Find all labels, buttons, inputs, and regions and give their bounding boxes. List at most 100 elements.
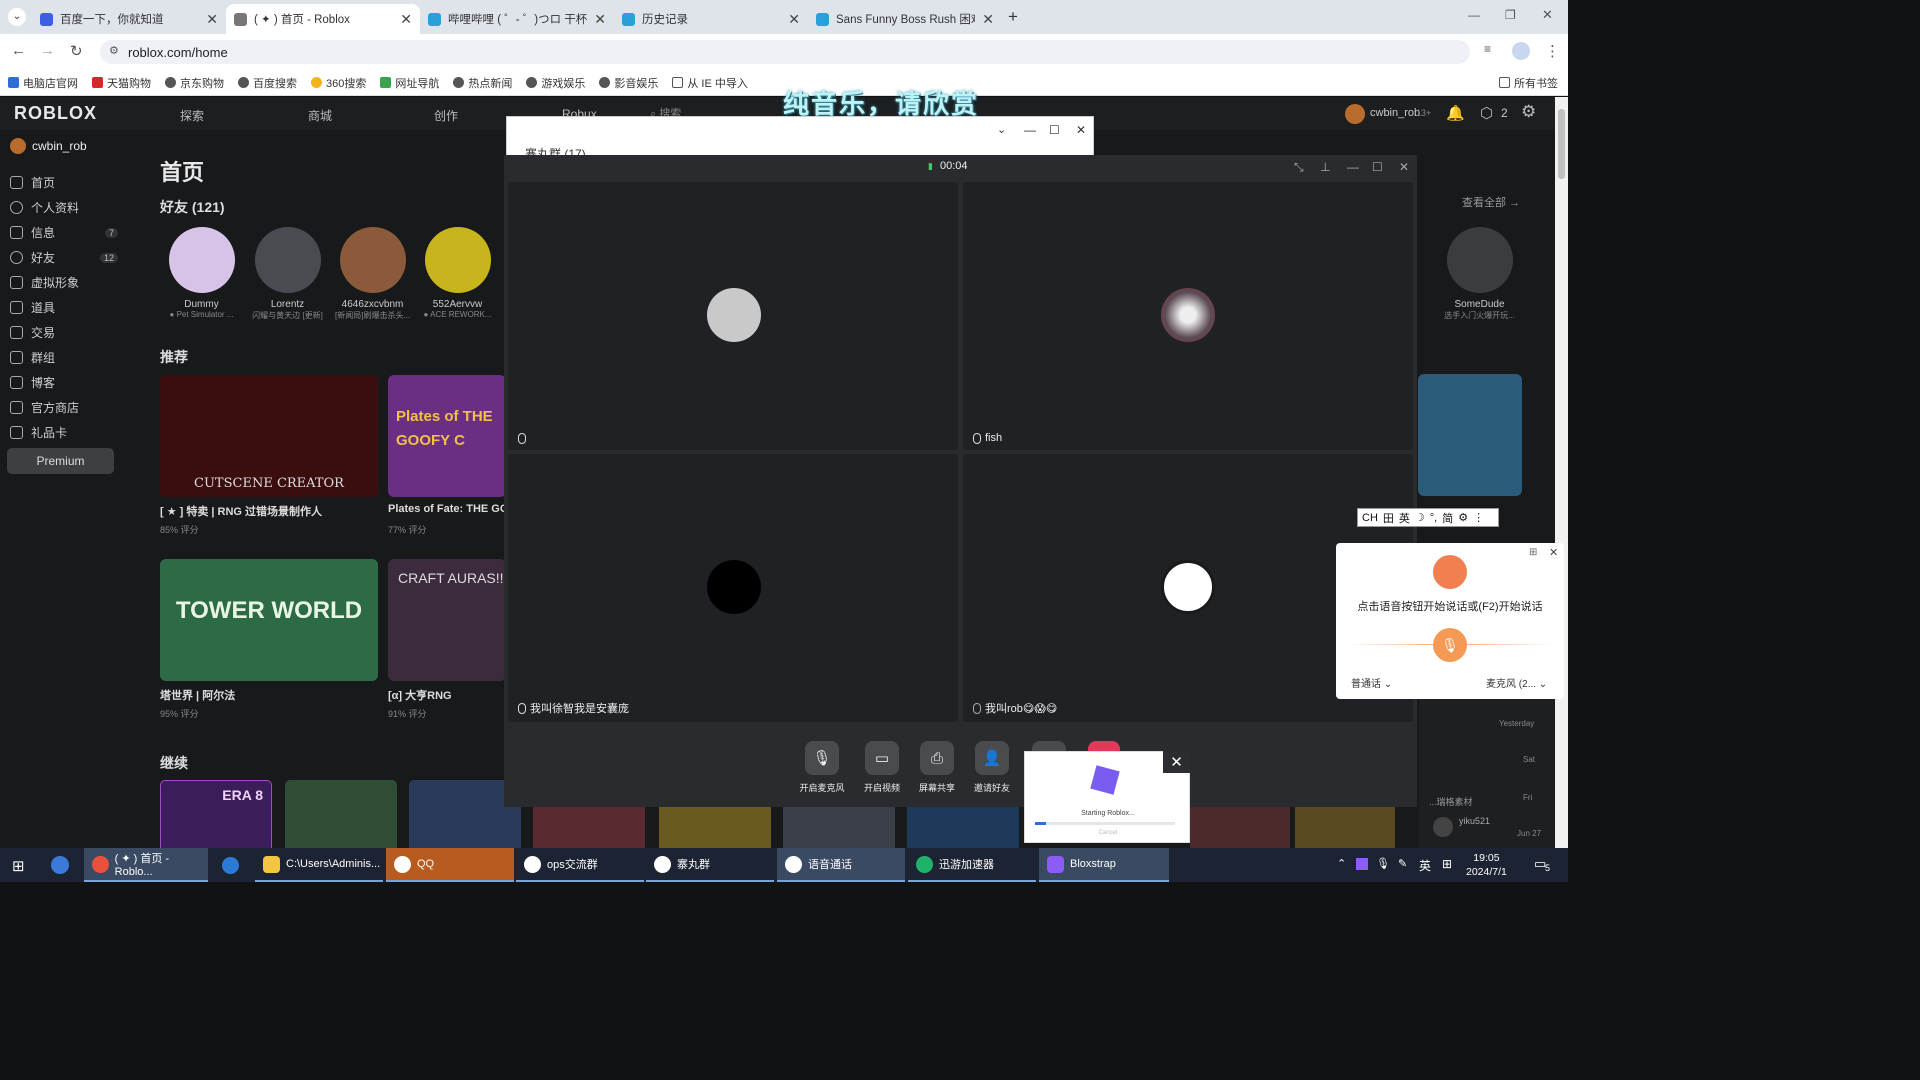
window-close-icon[interactable]: ✕	[1542, 7, 1553, 23]
reload-icon[interactable]: ↻	[70, 42, 83, 60]
bookmark-item[interactable]: 网址导航	[380, 75, 439, 91]
hang-up-button[interactable]	[1088, 741, 1120, 751]
all-bookmarks[interactable]: 所有书签	[1499, 75, 1558, 91]
tab-close-icon[interactable]: ✕	[400, 11, 412, 28]
tab-roblox[interactable]: ( ✦ ) 首页 - Roblox ✕	[226, 4, 420, 34]
taskbar-item-voice-call[interactable]: 语音通话	[777, 848, 905, 882]
avatar[interactable]	[1345, 104, 1365, 124]
close-icon[interactable]: ✕	[1076, 123, 1086, 137]
tab-close-icon[interactable]: ✕	[206, 11, 218, 28]
sidebar-item-trade[interactable]: 交易	[10, 324, 118, 341]
friend-card[interactable]: SomeDude 选手入门火爆开玩...	[1442, 227, 1517, 321]
taskbar-item-ops-group[interactable]: ops交流群	[516, 848, 644, 882]
cancel-button[interactable]: Cancel	[1025, 830, 1191, 836]
profile-avatar-icon[interactable]	[1512, 42, 1530, 60]
ime-language-toggle[interactable]: 英	[1399, 510, 1410, 526]
window-minimize-icon[interactable]: —	[1468, 8, 1480, 22]
ime-simplified-toggle[interactable]: 简	[1442, 510, 1453, 526]
media-control-icon[interactable]: ≡	[1484, 42, 1491, 56]
ime-more-icon[interactable]: ⋮	[1473, 511, 1484, 524]
nav-explore[interactable]: 探索	[180, 107, 204, 124]
close-icon[interactable]: ✕	[1549, 546, 1558, 559]
tray-language[interactable]: 英	[1419, 857, 1431, 874]
bookmark-item[interactable]: 电脑店官网	[8, 75, 78, 91]
mini-mode-icon[interactable]: ⊞	[1529, 547, 1537, 558]
forward-icon[interactable]: →	[40, 42, 55, 59]
friend-card[interactable]: 552Aervvw ● ACE REWORK...	[420, 227, 495, 319]
ime-settings-icon[interactable]: ⚙	[1458, 511, 1468, 524]
menu-kebab-icon[interactable]: ⋮	[1545, 42, 1560, 60]
taskbar-item-ie[interactable]	[214, 848, 252, 882]
tab-sans-boss-rush[interactable]: Sans Funny Boss Rush 困难模式 ✕	[808, 4, 1002, 34]
bloxstrap-close-icon[interactable]: ✕	[1163, 751, 1190, 773]
tab-close-icon[interactable]: ✕	[788, 11, 800, 28]
game-title[interactable]: [ ★ ] 特卖 | RNG 过错场景制作人	[160, 503, 380, 519]
chat-username[interactable]: yiku521	[1459, 816, 1490, 826]
ime-mode[interactable]: CH	[1362, 512, 1378, 524]
taskbar-item-xunyou[interactable]: 迅游加速器	[908, 848, 1036, 882]
new-tab-button[interactable]: +	[1008, 7, 1018, 27]
tab-close-icon[interactable]: ✕	[594, 11, 606, 28]
settings-gear-icon[interactable]: ⚙	[1521, 102, 1536, 122]
roblox-logo[interactable]: ROBLOX	[14, 103, 97, 124]
game-card-image[interactable]: CUTSCENE CREATOR	[160, 375, 378, 497]
voice-mic-button[interactable]: 🎙	[1433, 628, 1467, 662]
game-title[interactable]: [α] 大亨RNG	[388, 687, 452, 703]
tab-baidu[interactable]: 百度一下，你就知道 ✕	[32, 4, 226, 34]
maximize-icon[interactable]: ☐	[1372, 160, 1383, 174]
game-title[interactable]: Plates of Fate: THE GOOFY CH	[388, 503, 504, 515]
see-all-link[interactable]: 查看全部 →	[1462, 194, 1520, 210]
game-card-image[interactable]: CRAFT AURAS!!	[388, 559, 506, 681]
scrollbar-thumb[interactable]	[1558, 109, 1565, 179]
collapse-icon[interactable]: ⤡	[1294, 160, 1304, 175]
sidebar-item-profile[interactable]: 个人资料	[10, 199, 118, 216]
pin-icon[interactable]: ⊥	[1320, 160, 1330, 174]
bookmark-item[interactable]: 从 IE 中导入	[672, 75, 748, 91]
taskbar-item-explorer[interactable]: C:\Users\Adminis...	[255, 848, 383, 882]
tray-expand-icon[interactable]: ⌃	[1337, 857, 1346, 870]
window-restore-icon[interactable]: ❐	[1505, 8, 1516, 22]
premium-button[interactable]: Premium	[7, 448, 114, 474]
minimize-icon[interactable]: —	[1024, 123, 1036, 137]
participant-tile[interactable]	[508, 182, 958, 450]
maximize-icon[interactable]: ☐	[1049, 123, 1060, 137]
taskbar-clock[interactable]: 19:05 2024/7/1	[1466, 851, 1507, 879]
site-info-icon[interactable]: ⚙	[109, 44, 119, 57]
minimize-icon[interactable]: —	[1347, 160, 1359, 174]
participant-tile[interactable]: fish	[963, 182, 1413, 450]
friend-card[interactable]: Lorentz 闪耀与黄天边 [更新]	[250, 227, 325, 321]
continue-game-card[interactable]	[285, 780, 397, 848]
search-icon[interactable]	[51, 856, 69, 874]
notification-bell-icon[interactable]: 🔔	[1446, 104, 1465, 122]
sidebar-item-avatar[interactable]: 虚拟形象	[10, 274, 118, 291]
sidebar-item-giftcards[interactable]: 礼品卡	[10, 424, 118, 441]
sidebar-item-home[interactable]: 首页	[10, 174, 118, 191]
sidebar-item-friends[interactable]: 好友 12	[10, 249, 118, 266]
header-username[interactable]: cwbin_rob	[1370, 107, 1420, 119]
friend-card[interactable]: 4646zxcvbnm [新闻局]刷爆击杀头...	[335, 227, 410, 321]
taskbar-item-qq[interactable]: QQ	[386, 848, 514, 882]
continue-game-card[interactable]: ERA 8	[160, 780, 272, 848]
robux-icon[interactable]: ⬡	[1480, 104, 1493, 122]
bookmark-item[interactable]: 影音娱乐	[599, 75, 658, 91]
friends-heading[interactable]: 好友 (121)	[160, 197, 225, 217]
taskbar-item-chrome[interactable]: ( ✦ ) 首页 - Roblo...	[84, 848, 208, 882]
bookmark-item[interactable]: 游戏娱乐	[526, 75, 585, 91]
tab-history[interactable]: 历史记录 ✕	[614, 4, 808, 34]
game-card-image[interactable]: Plates of THE GOOFY C	[388, 375, 506, 497]
page-scrollbar[interactable]	[1555, 97, 1568, 848]
sidebar-item-blog[interactable]: 博客	[10, 374, 118, 391]
language-select[interactable]: 普通话 ⌄	[1346, 677, 1404, 693]
taskbar-item-bloxstrap[interactable]: Bloxstrap	[1039, 848, 1169, 882]
ime-layout-icon[interactable]: 田	[1383, 510, 1394, 526]
ime-punctuation-icon[interactable]: °,	[1430, 512, 1437, 524]
back-icon[interactable]: ←	[11, 42, 26, 59]
sidebar-item-groups[interactable]: 群组	[10, 349, 118, 366]
tab-search-button[interactable]: ⌄	[8, 8, 26, 26]
nav-marketplace[interactable]: 商城	[308, 107, 332, 124]
tray-mic-icon[interactable]: 🎙	[1376, 857, 1390, 870]
robux-count[interactable]: 2	[1501, 106, 1508, 120]
dropdown-icon[interactable]: ⌄	[997, 123, 1006, 136]
more-options-button[interactable]	[1032, 741, 1066, 751]
ime-width-icon[interactable]: ☽	[1415, 511, 1425, 524]
